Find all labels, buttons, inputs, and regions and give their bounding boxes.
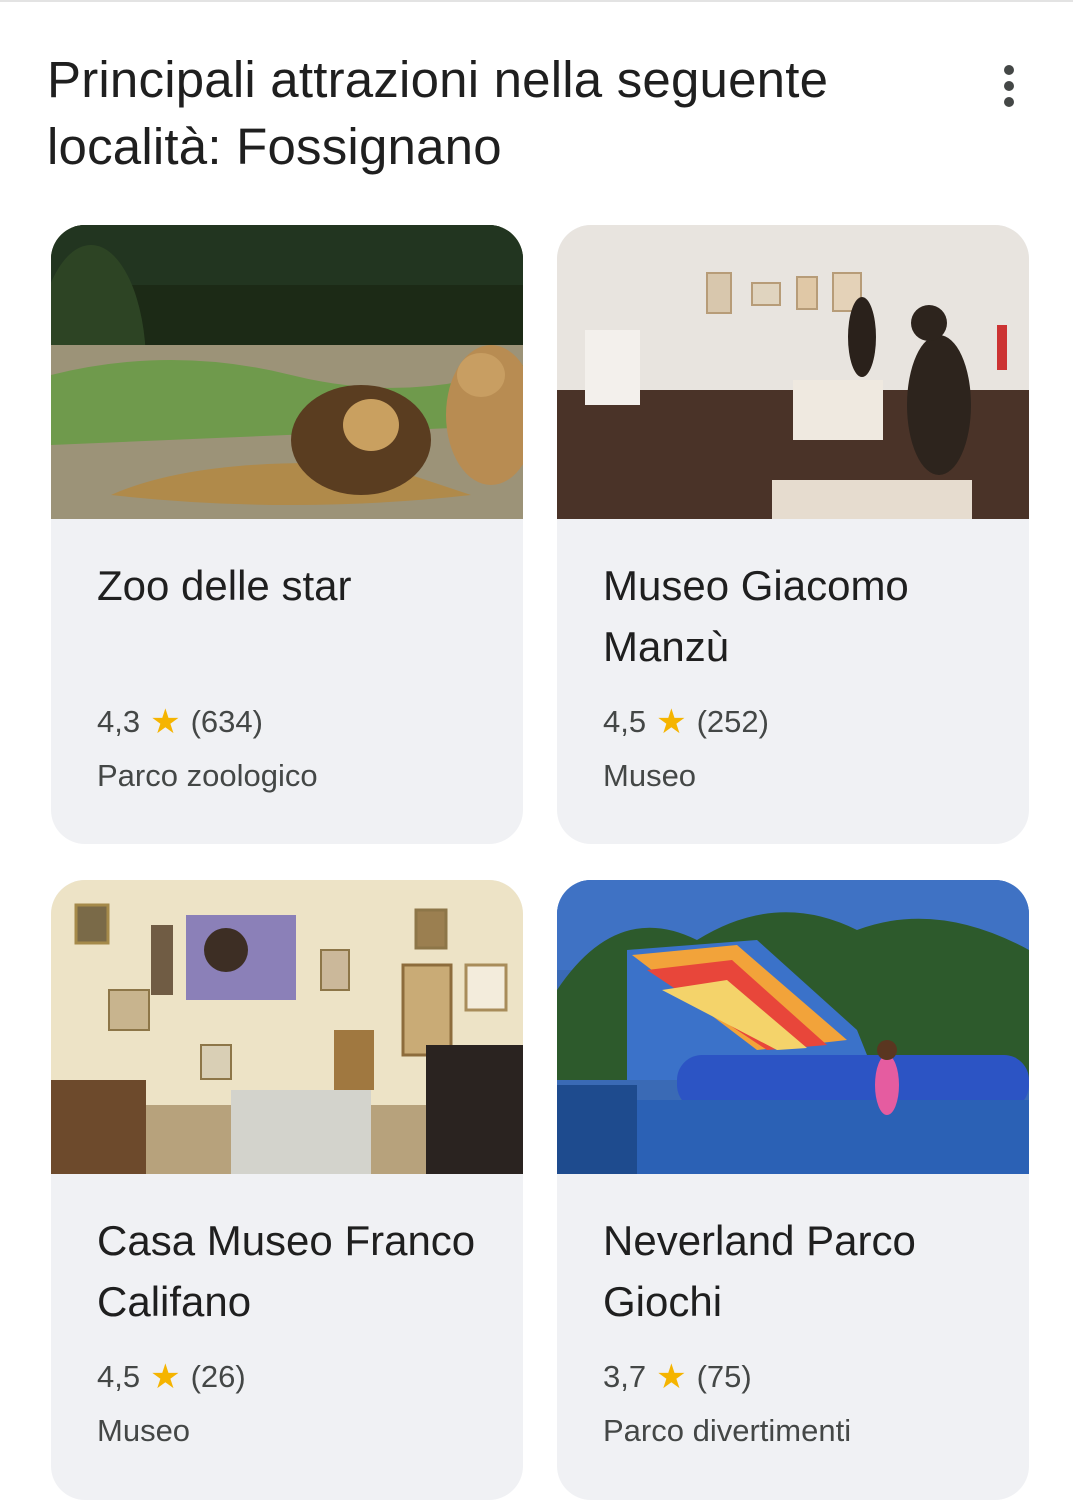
attraction-card[interactable]: Museo Giacomo Manzù 4,5 ★ (252) Museo bbox=[557, 225, 1029, 844]
rating-value: 4,5 bbox=[603, 704, 647, 739]
attraction-card[interactable]: Casa Museo Franco Califano 4,5 ★ (26) Mu… bbox=[51, 880, 523, 1500]
attraction-name: Casa Museo Franco Califano bbox=[97, 1217, 476, 1325]
star-icon: ★ bbox=[150, 1358, 181, 1396]
memorabilia-room-photo bbox=[51, 880, 523, 1174]
rating-row: 4,5 ★ (26) bbox=[97, 1355, 246, 1399]
attraction-category: Parco divertimenti bbox=[603, 1413, 852, 1448]
more-vert-icon[interactable] bbox=[988, 58, 1030, 114]
rating-value: 4,3 bbox=[97, 704, 141, 739]
attraction-card[interactable]: Zoo delle star 4,3 ★ (634) Parco zoologi… bbox=[51, 225, 523, 844]
sculpture-gallery-photo bbox=[557, 225, 1029, 519]
rating-row: 4,5 ★ (252) bbox=[603, 700, 769, 744]
rating-value: 3,7 bbox=[603, 1359, 647, 1394]
review-count: (26) bbox=[190, 1359, 246, 1394]
attraction-name: Museo Giacomo Manzù bbox=[603, 562, 909, 670]
top-divider bbox=[0, 0, 1073, 2]
rating-value: 4,5 bbox=[97, 1359, 141, 1394]
star-icon: ★ bbox=[656, 703, 687, 741]
rating-row: 3,7 ★ (75) bbox=[603, 1355, 752, 1399]
attraction-category: Museo bbox=[97, 1413, 191, 1448]
star-icon: ★ bbox=[656, 1358, 687, 1396]
inflatable-slide-photo bbox=[557, 880, 1029, 1174]
lions-photo bbox=[51, 225, 523, 519]
attraction-name: Neverland Parco Giochi bbox=[603, 1217, 916, 1325]
attraction-category: Museo bbox=[603, 758, 697, 793]
review-count: (252) bbox=[696, 704, 769, 739]
attraction-name: Zoo delle star bbox=[97, 562, 352, 609]
rating-row: 4,3 ★ (634) bbox=[97, 700, 263, 744]
section-title: Principali attrazioni nella seguente loc… bbox=[47, 51, 829, 175]
attraction-category: Parco zoologico bbox=[97, 758, 318, 793]
review-count: (75) bbox=[696, 1359, 752, 1394]
attraction-card[interactable]: Neverland Parco Giochi 3,7 ★ (75) Parco … bbox=[557, 880, 1029, 1500]
review-count: (634) bbox=[190, 704, 263, 739]
star-icon: ★ bbox=[150, 703, 181, 741]
